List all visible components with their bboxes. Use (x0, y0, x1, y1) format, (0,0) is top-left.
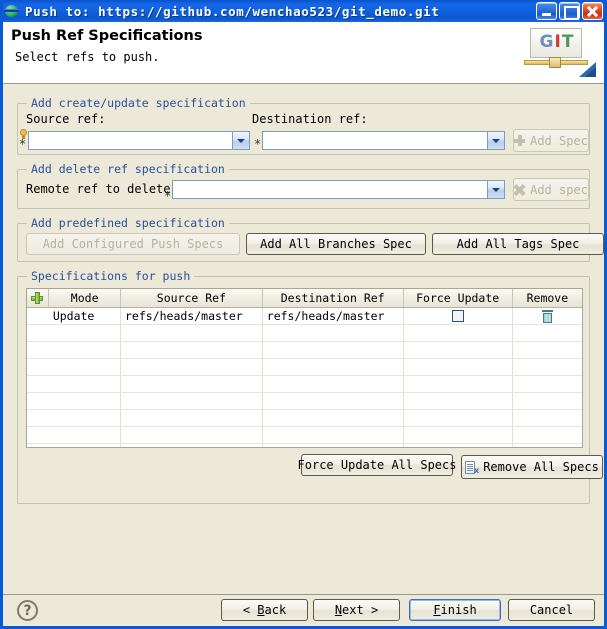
table-row-empty[interactable] (27, 324, 582, 342)
group-predefined: Add predefined specification Add Configu… (17, 216, 604, 262)
column-header-force-update[interactable]: Force Update (403, 289, 513, 308)
group-create-update-legend: Add create/update specification (27, 96, 250, 110)
remove-all-specs-label: Remove All Specs (483, 460, 599, 474)
add-spec-button[interactable]: Add Spec (513, 129, 589, 152)
add-all-branches-spec-button[interactable]: Add All Branches Spec (246, 233, 426, 255)
group-delete-ref-legend: Add delete ref specification (27, 162, 229, 176)
group-predefined-legend: Add predefined specification (27, 216, 229, 230)
force-update-all-specs-button[interactable]: Force Update All Specs (298, 454, 456, 476)
table-body: Update refs/heads/master refs/heads/master (27, 292, 582, 447)
column-header-remove[interactable]: Remove (512, 289, 582, 308)
cell-mode: Update (48, 307, 121, 325)
table-row-empty[interactable] (27, 341, 582, 359)
add-all-branches-spec-label: Add All Branches Spec (260, 237, 412, 251)
push-dialog-window: Push to: https://github.com/wenchao523/g… (0, 0, 607, 629)
cell-source-ref: refs/heads/master (120, 307, 263, 325)
add-all-tags-spec-button[interactable]: Add All Tags Spec (432, 233, 604, 255)
help-icon[interactable]: ? (17, 600, 38, 621)
destination-ref-label: Destination ref: (252, 112, 368, 126)
table-row-empty[interactable] (27, 409, 582, 427)
window-controls (536, 2, 603, 20)
column-header-destination-ref[interactable]: Destination Ref (262, 289, 404, 308)
table-row-empty[interactable] (27, 392, 582, 410)
git-logo-icon: GIT (522, 26, 596, 80)
add-configured-push-specs-label: Add Configured Push Specs (42, 237, 224, 251)
finish-button[interactable]: Finish (409, 599, 501, 621)
wizard-header: Push Ref Specifications Select refs to p… (3, 22, 604, 84)
add-all-tags-spec-label: Add All Tags Spec (456, 237, 580, 251)
cell-remove[interactable] (512, 307, 582, 325)
back-button-label: < Back (242, 603, 287, 617)
cancel-button[interactable]: Cancel (508, 599, 595, 621)
remote-ref-delete-input[interactable] (173, 181, 487, 198)
logo-letter-i: I (554, 32, 562, 52)
destination-ref-input[interactable] (263, 132, 487, 149)
cell-mode-text: Update (52, 308, 95, 323)
cell-destination-ref: refs/heads/master (262, 307, 404, 325)
source-ref-combo[interactable] (28, 131, 250, 150)
group-specifications-for-push: Specifications for push Mode Source Ref … (17, 269, 603, 504)
remote-ref-delete-combo[interactable] (172, 180, 505, 199)
window-title: Push to: https://github.com/wenchao523/g… (25, 3, 440, 19)
column-header-source-ref[interactable]: Source Ref (120, 289, 263, 308)
chevron-down-icon[interactable] (487, 181, 504, 198)
page-title: Push Ref Specifications (11, 28, 203, 44)
finish-button-label: Finish (433, 603, 477, 617)
close-x-icon (513, 183, 526, 197)
remote-ref-delete-label: Remote ref to delete: (26, 182, 178, 196)
maximize-button[interactable] (559, 2, 580, 20)
next-button[interactable]: Next > (313, 599, 400, 621)
source-ref-label: Source ref: (26, 112, 106, 126)
column-header-mode[interactable]: Mode (48, 289, 121, 308)
plus-icon (31, 292, 43, 304)
close-button[interactable] (582, 2, 603, 20)
dialog-footer: ? < Back Next > Finish Cancel (3, 594, 604, 626)
logo-letter-t: T (561, 32, 575, 52)
table-row-empty[interactable] (27, 426, 582, 444)
add-spec-button-label: Add Spec (530, 133, 588, 148)
trash-icon[interactable] (541, 309, 553, 323)
group-create-update: Add create/update specification Source r… (17, 96, 590, 155)
force-update-all-specs-label: Force Update All Specs (297, 458, 457, 472)
force-update-checkbox[interactable] (451, 310, 464, 322)
add-configured-push-specs-button[interactable]: Add Configured Push Specs (26, 233, 240, 255)
group-delete-ref: Add delete ref specification Remote ref … (17, 162, 590, 209)
cancel-button-label: Cancel (529, 603, 574, 617)
table-row-empty[interactable] (27, 375, 582, 393)
remote-ref-required-marker: * (164, 189, 172, 203)
document-remove-icon: x (465, 460, 479, 474)
cell-row-marker (27, 292, 49, 325)
table-row[interactable]: Update refs/heads/master refs/heads/master (27, 292, 582, 325)
destination-ref-required-marker: * (254, 137, 262, 151)
cell-force-update[interactable] (403, 307, 513, 325)
page-subtitle: Select refs to push. (15, 50, 160, 64)
source-ref-required-marker: * (19, 137, 27, 151)
next-button-label: Next > (334, 603, 379, 617)
specifications-table[interactable]: Mode Source Ref Destination Ref Force Up… (26, 288, 583, 448)
group-specifications-legend: Specifications for push (27, 269, 195, 283)
remove-all-specs-button[interactable]: x Remove All Specs (461, 455, 603, 479)
logo-letter-g: G (539, 32, 555, 52)
add-delete-spec-button[interactable]: Add spec (513, 178, 589, 201)
minimize-button[interactable] (536, 2, 557, 20)
chevron-down-icon[interactable] (487, 132, 504, 149)
git-push-icon (4, 3, 20, 19)
dialog-content: Add create/update specification Source r… (3, 85, 604, 594)
table-row-empty[interactable] (27, 358, 582, 376)
destination-ref-combo[interactable] (262, 131, 505, 150)
chevron-down-icon[interactable] (232, 132, 249, 149)
title-bar: Push to: https://github.com/wenchao523/g… (3, 0, 604, 22)
source-ref-input[interactable] (29, 132, 232, 149)
table-row-empty[interactable] (27, 443, 582, 447)
plus-icon (514, 135, 526, 146)
back-button[interactable]: < Back (221, 599, 308, 621)
table-header-row: Mode Source Ref Destination Ref Force Up… (27, 289, 582, 308)
add-delete-spec-button-label: Add spec (530, 182, 588, 197)
